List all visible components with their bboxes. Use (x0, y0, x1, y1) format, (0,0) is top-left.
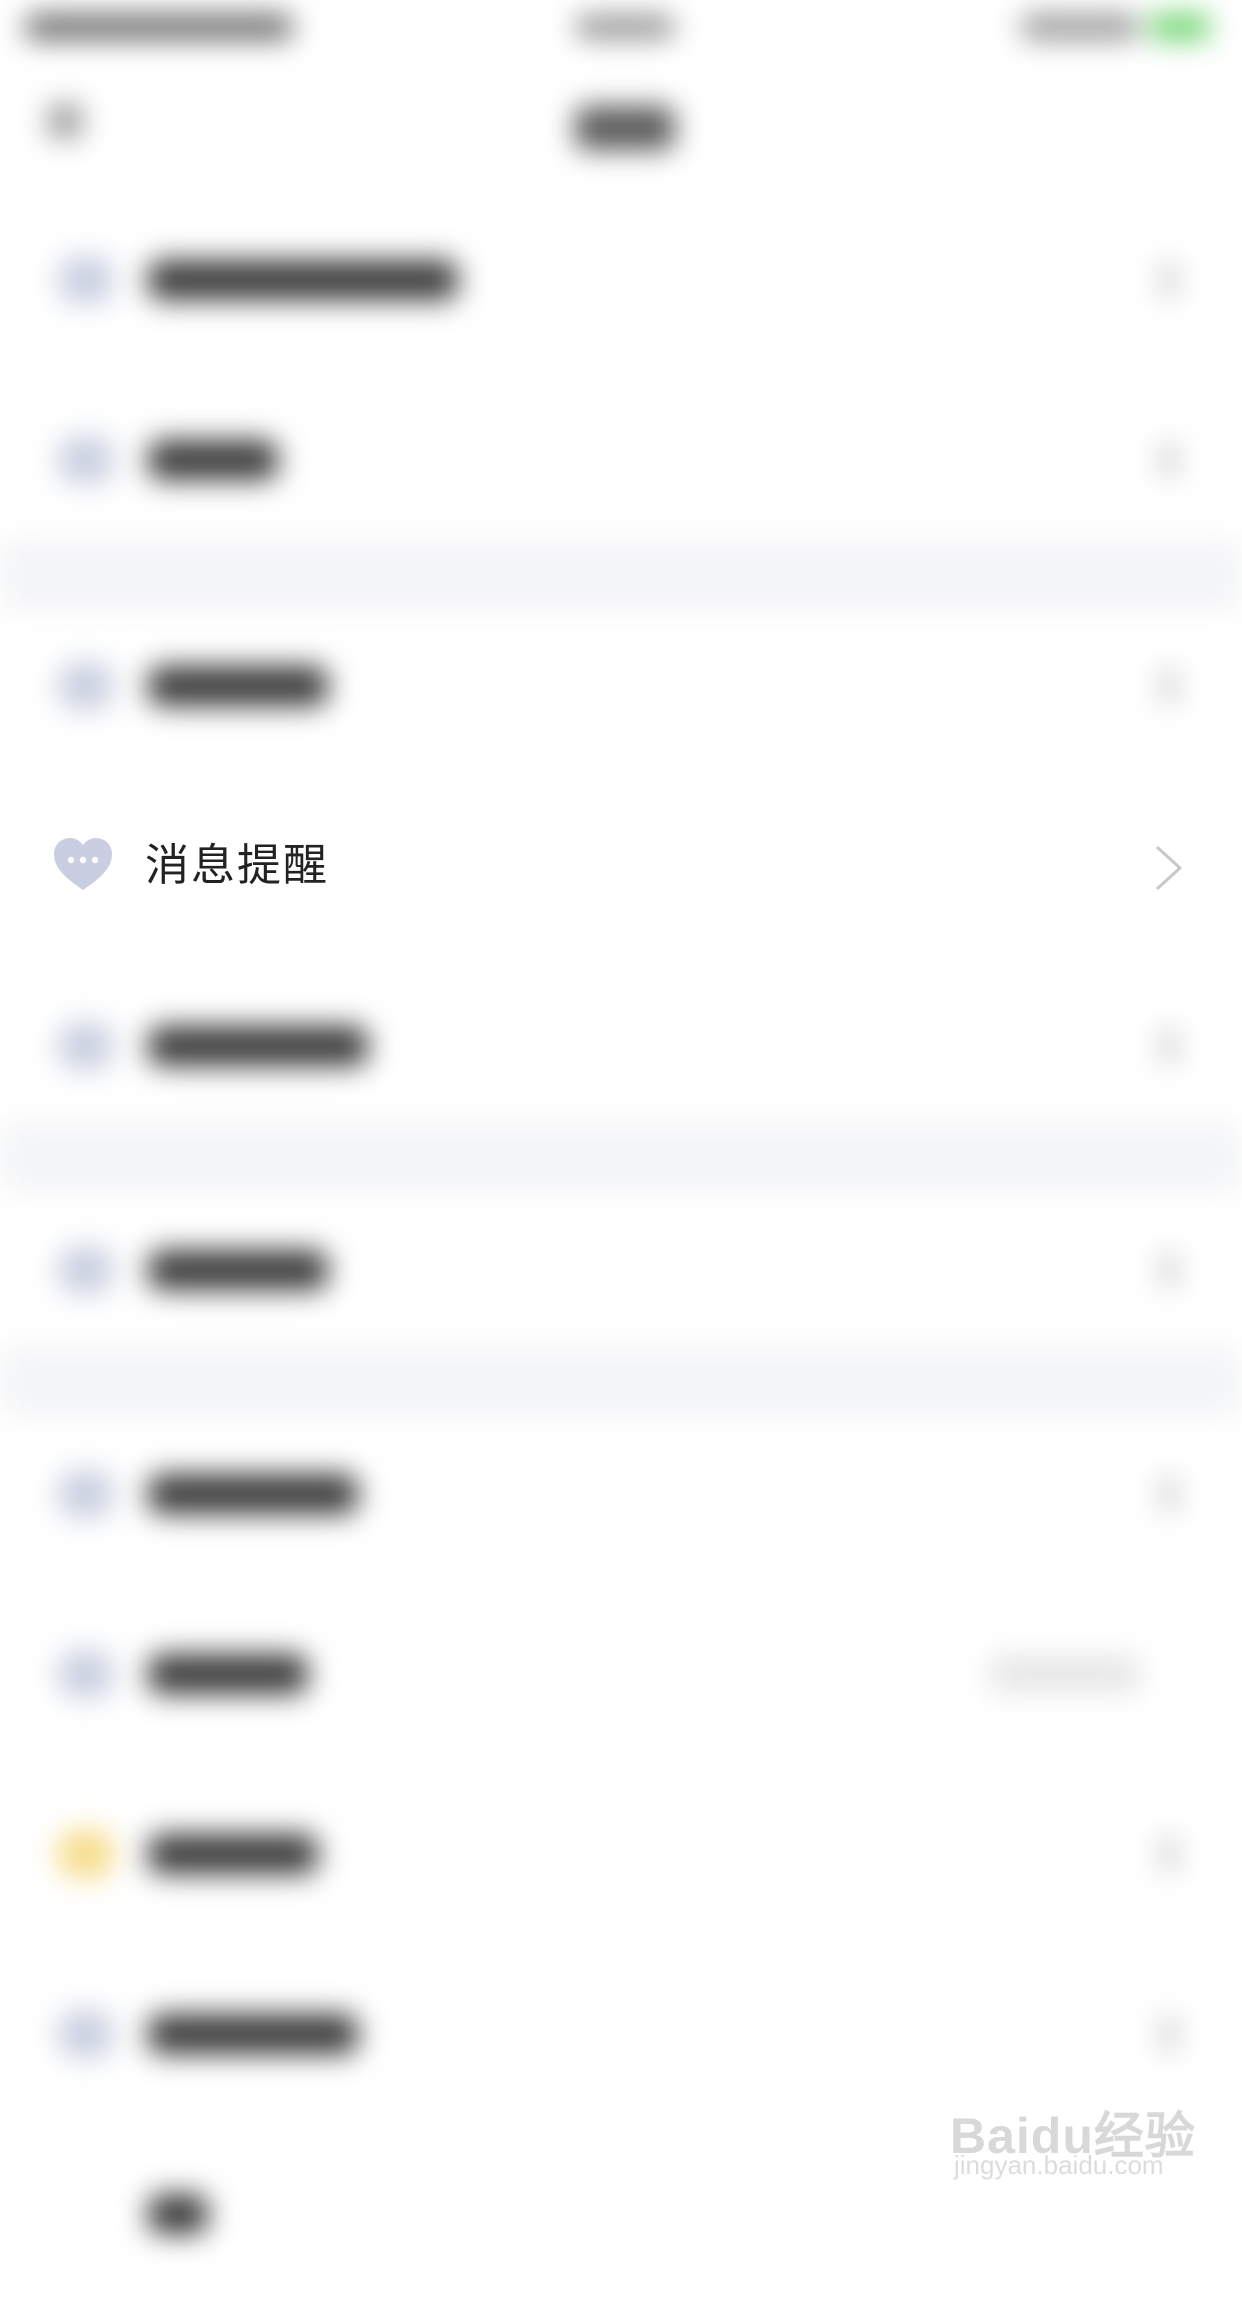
settings-row-blurred-3[interactable] (0, 596, 1242, 776)
chevron-right-icon (1160, 442, 1178, 478)
status-bar-time (575, 16, 675, 38)
settings-row-blurred-8[interactable] (0, 1764, 1242, 1944)
settings-row-blurred-1[interactable] (0, 190, 1242, 370)
battery-icon (1150, 14, 1210, 40)
settings-row-blurred-5[interactable] (0, 1180, 1242, 1360)
row-label (148, 1654, 308, 1694)
row-label (148, 1834, 318, 1874)
page-title (575, 106, 675, 150)
chevron-right-icon (1160, 1252, 1178, 1288)
row-label (148, 2194, 208, 2234)
row-icon (58, 1830, 114, 1878)
watermark-url: jingyan.baidu.com (954, 2150, 1164, 2180)
chevron-right-icon (1160, 1476, 1178, 1512)
row-icon (58, 1470, 114, 1518)
settings-row-blurred-6[interactable] (0, 1404, 1242, 1584)
row-label (148, 1474, 358, 1514)
row-label (148, 440, 278, 480)
row-label (148, 1250, 328, 1290)
settings-row-blurred-4[interactable] (0, 956, 1242, 1136)
row-label (148, 260, 458, 300)
settings-row-blurred-7[interactable] (0, 1584, 1242, 1764)
chevron-right-icon (1160, 262, 1178, 298)
row-icon (58, 1022, 114, 1070)
chevron-right-icon (1160, 2016, 1178, 2052)
row-label (148, 1026, 368, 1066)
row-icon (58, 436, 114, 484)
status-bar-right (1020, 14, 1140, 40)
row-icon (58, 256, 114, 304)
status-bar (0, 0, 1242, 60)
chevron-right-icon (1156, 846, 1182, 890)
chevron-right-icon (1160, 668, 1178, 704)
row-icon (58, 1246, 114, 1294)
baidu-jingyan-watermark: Baidu经验 jingyan.baidu.com (950, 2070, 1230, 2190)
row-icon (58, 662, 114, 710)
status-bar-left (24, 14, 294, 40)
row-label (148, 2014, 358, 2054)
row-value (990, 1656, 1140, 1692)
row-icon (58, 2010, 114, 2058)
message-reminder-label: 消息提醒 (145, 840, 329, 891)
back-icon[interactable] (48, 104, 82, 138)
settings-row-blurred-2[interactable] (0, 370, 1242, 550)
heart-chat-icon (54, 838, 112, 890)
row-icon (58, 1650, 114, 1698)
chevron-right-icon (1160, 1836, 1178, 1872)
row-label (148, 666, 328, 706)
chevron-right-icon (1160, 1028, 1178, 1064)
